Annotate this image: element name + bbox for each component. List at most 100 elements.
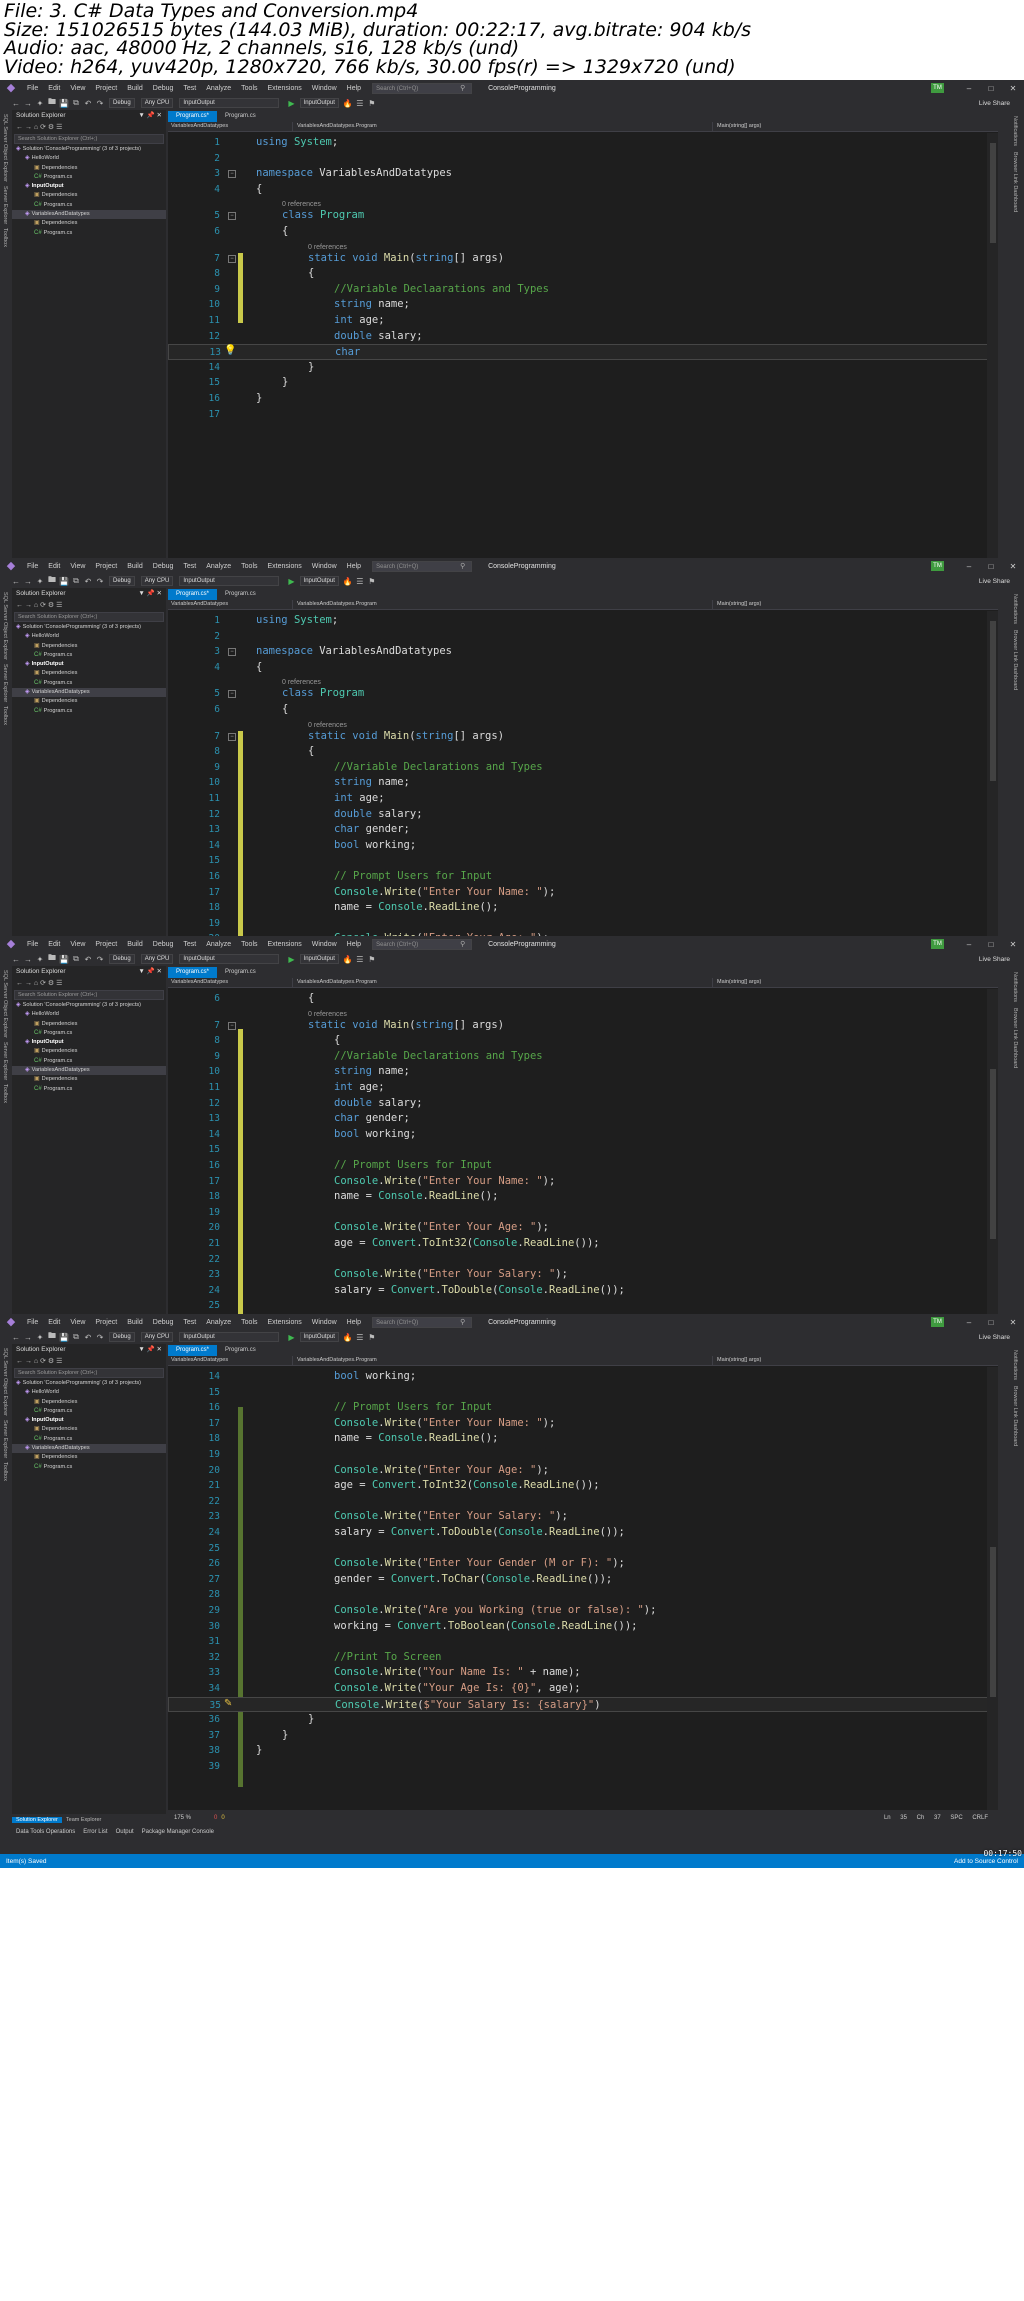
close-icon[interactable]: ✕ [1002, 84, 1024, 93]
menu-view[interactable]: View [65, 85, 90, 92]
tree-item[interactable]: C# Program.cs [12, 1085, 166, 1094]
configuration-select[interactable]: Debug [109, 576, 135, 586]
warning-count[interactable]: 0 [221, 1815, 224, 1821]
menu-test[interactable]: Test [178, 85, 201, 92]
menu-project[interactable]: Project [90, 563, 122, 570]
menu-analyze[interactable]: Analyze [201, 85, 236, 92]
left-strip-tab[interactable]: SQL Server Object Explorer [2, 114, 8, 182]
tree-solution[interactable]: ◈ Solution 'ConsoleProgramming' (3 of 3 p… [12, 1379, 166, 1388]
scrollbar-thumb[interactable] [990, 1547, 996, 1697]
hot-reload-icon[interactable]: 🔥 [342, 955, 354, 964]
close-icon[interactable]: ✕ [1002, 1318, 1024, 1327]
menu-debug[interactable]: Debug [148, 563, 179, 570]
user-avatar[interactable]: TM [931, 939, 944, 949]
menu-build[interactable]: Build [122, 563, 148, 570]
code-area[interactable]: 1 using System; 2 3 namespace VariablesAndDa… [168, 133, 998, 576]
nav-class-select[interactable]: VariablesAndDatatypes.Program [293, 1356, 713, 1365]
menu-edit[interactable]: Edit [43, 941, 65, 948]
new-project-icon[interactable]: ✦ [34, 955, 46, 964]
open-folder-icon[interactable]: 🖿 [46, 574, 58, 588]
menu-extensions[interactable]: Extensions [263, 1319, 307, 1326]
editor-scrollbar[interactable] [987, 133, 998, 576]
menu-file[interactable]: File [22, 941, 43, 948]
forward-icon[interactable]: → [22, 99, 34, 108]
fold-toggle-icon[interactable]: − [228, 1021, 236, 1030]
save-all-icon[interactable]: ⧉ [70, 576, 82, 586]
solution-search-input[interactable]: Search Solution Explorer (Ctrl+;) [14, 1368, 164, 1378]
minimize-icon[interactable]: – [958, 940, 980, 949]
bookmark-icon[interactable]: ⚑ [366, 1333, 378, 1342]
close-icon[interactable]: ✕ [1002, 562, 1024, 571]
startup-project-select[interactable]: InputOutput [179, 1332, 280, 1342]
tree-item[interactable]: ▣ Dependencies [12, 164, 166, 173]
save-icon[interactable]: 💾 [58, 577, 70, 586]
save-all-icon[interactable]: ⧉ [70, 98, 82, 108]
panel-tab[interactable]: Team Explorer [62, 1817, 105, 1823]
bottom-tab[interactable]: Data Tools Operations [12, 1829, 79, 1835]
menu-file[interactable]: File [22, 1319, 43, 1326]
menu-analyze[interactable]: Analyze [201, 1319, 236, 1326]
left-strip-tab[interactable]: Toolbox [2, 1462, 8, 1481]
menu-file[interactable]: File [22, 85, 43, 92]
left-strip-tab[interactable]: Server Explorer [2, 1042, 8, 1080]
left-strip-tab[interactable]: Toolbox [2, 1084, 8, 1103]
start-debug-icon[interactable]: ▶ [288, 1333, 294, 1342]
solution-explorer-toolbar[interactable]: ← → ⌂ ⟳ ⚙ ☰ [12, 978, 166, 989]
new-project-icon[interactable]: ✦ [34, 577, 46, 586]
startup-project-select[interactable]: InputOutput [179, 954, 280, 964]
fold-toggle-icon[interactable]: − [228, 170, 236, 179]
left-strip-tab[interactable]: Toolbox [2, 228, 8, 247]
tree-solution[interactable]: ◈ Solution 'ConsoleProgramming' (3 of 3 p… [12, 1001, 166, 1010]
document-tab[interactable]: Program.cs* [168, 589, 218, 600]
solution-search-input[interactable]: Search Solution Explorer (Ctrl+;) [14, 990, 164, 1000]
menu-view[interactable]: View [65, 563, 90, 570]
tree-item[interactable]: C# Program.cs [12, 1029, 166, 1038]
right-strip-tab[interactable]: Browser Link Dashboard [1012, 152, 1018, 212]
solution-search-input[interactable]: Search Solution Explorer (Ctrl+;) [14, 612, 164, 622]
tree-item[interactable]: C# Program.cs [12, 1057, 166, 1066]
code-area[interactable]: 14 bool working; 15 16 // Prompt Users for I… [168, 1367, 998, 1810]
open-folder-icon[interactable]: 🖿 [46, 96, 58, 110]
error-count[interactable]: 0 [214, 1815, 217, 1821]
nav-project-select[interactable]: VariablesAndDatatypes [168, 600, 293, 609]
menu-build[interactable]: Build [122, 941, 148, 948]
search-input[interactable]: Search (Ctrl+Q) [372, 82, 473, 94]
panel-close-icon[interactable]: ▼ 📌 ✕ [138, 110, 162, 122]
menu-tools[interactable]: Tools [236, 941, 262, 948]
live-share-button[interactable]: Live Share [979, 1334, 1010, 1341]
tree-solution[interactable]: ◈ Solution 'ConsoleProgramming' (3 of 3 p… [12, 623, 166, 632]
tree-item[interactable]: ▣ Dependencies [12, 219, 166, 228]
panel-tab[interactable]: Solution Explorer [12, 1817, 62, 1823]
quick-action-icon[interactable]: ✎ [224, 1698, 232, 1709]
menu-window[interactable]: Window [307, 563, 342, 570]
nav-member-select[interactable]: Main(string[] args) [713, 600, 761, 609]
menu-tools[interactable]: Tools [236, 1319, 262, 1326]
document-tab[interactable]: Program.cs* [168, 967, 218, 978]
tree-item[interactable]: ▣ Dependencies [12, 1047, 166, 1056]
menu-debug[interactable]: Debug [148, 941, 179, 948]
fold-toggle-icon[interactable]: − [228, 648, 236, 657]
left-strip-tab[interactable]: Server Explorer [2, 664, 8, 702]
start-debug-icon[interactable]: ▶ [288, 955, 294, 964]
comment-icon[interactable]: ☰ [354, 955, 366, 964]
tree-item[interactable]: C# Program.cs [12, 201, 166, 210]
bottom-tab[interactable]: Package Manager Console [138, 1829, 218, 1835]
tree-project[interactable]: ◈ InputOutput [12, 1416, 166, 1425]
right-strip-tab[interactable]: Browser Link Dashboard [1012, 1386, 1018, 1446]
solution-explorer-toolbar[interactable]: ← → ⌂ ⟳ ⚙ ☰ [12, 1356, 166, 1367]
tree-item[interactable]: C# Program.cs [12, 651, 166, 660]
menu-project[interactable]: Project [90, 85, 122, 92]
menu-build[interactable]: Build [122, 85, 148, 92]
back-icon[interactable]: ← [10, 577, 22, 586]
tree-item[interactable]: ▣ Dependencies [12, 1020, 166, 1029]
live-share-button[interactable]: Live Share [979, 956, 1010, 963]
search-input[interactable]: Search (Ctrl+Q) [372, 1316, 473, 1328]
tree-project[interactable]: ◈ InputOutput [12, 660, 166, 669]
menu-file[interactable]: File [22, 563, 43, 570]
undo-icon[interactable]: ↶ [82, 1333, 94, 1342]
document-tab[interactable]: Program.cs* [168, 111, 218, 122]
menu-test[interactable]: Test [178, 1319, 201, 1326]
right-strip-tab[interactable]: Notifications [1012, 1350, 1018, 1380]
minimize-icon[interactable]: – [958, 84, 980, 93]
tree-project[interactable]: ◈ VariablesAndDatatypes [12, 210, 166, 220]
